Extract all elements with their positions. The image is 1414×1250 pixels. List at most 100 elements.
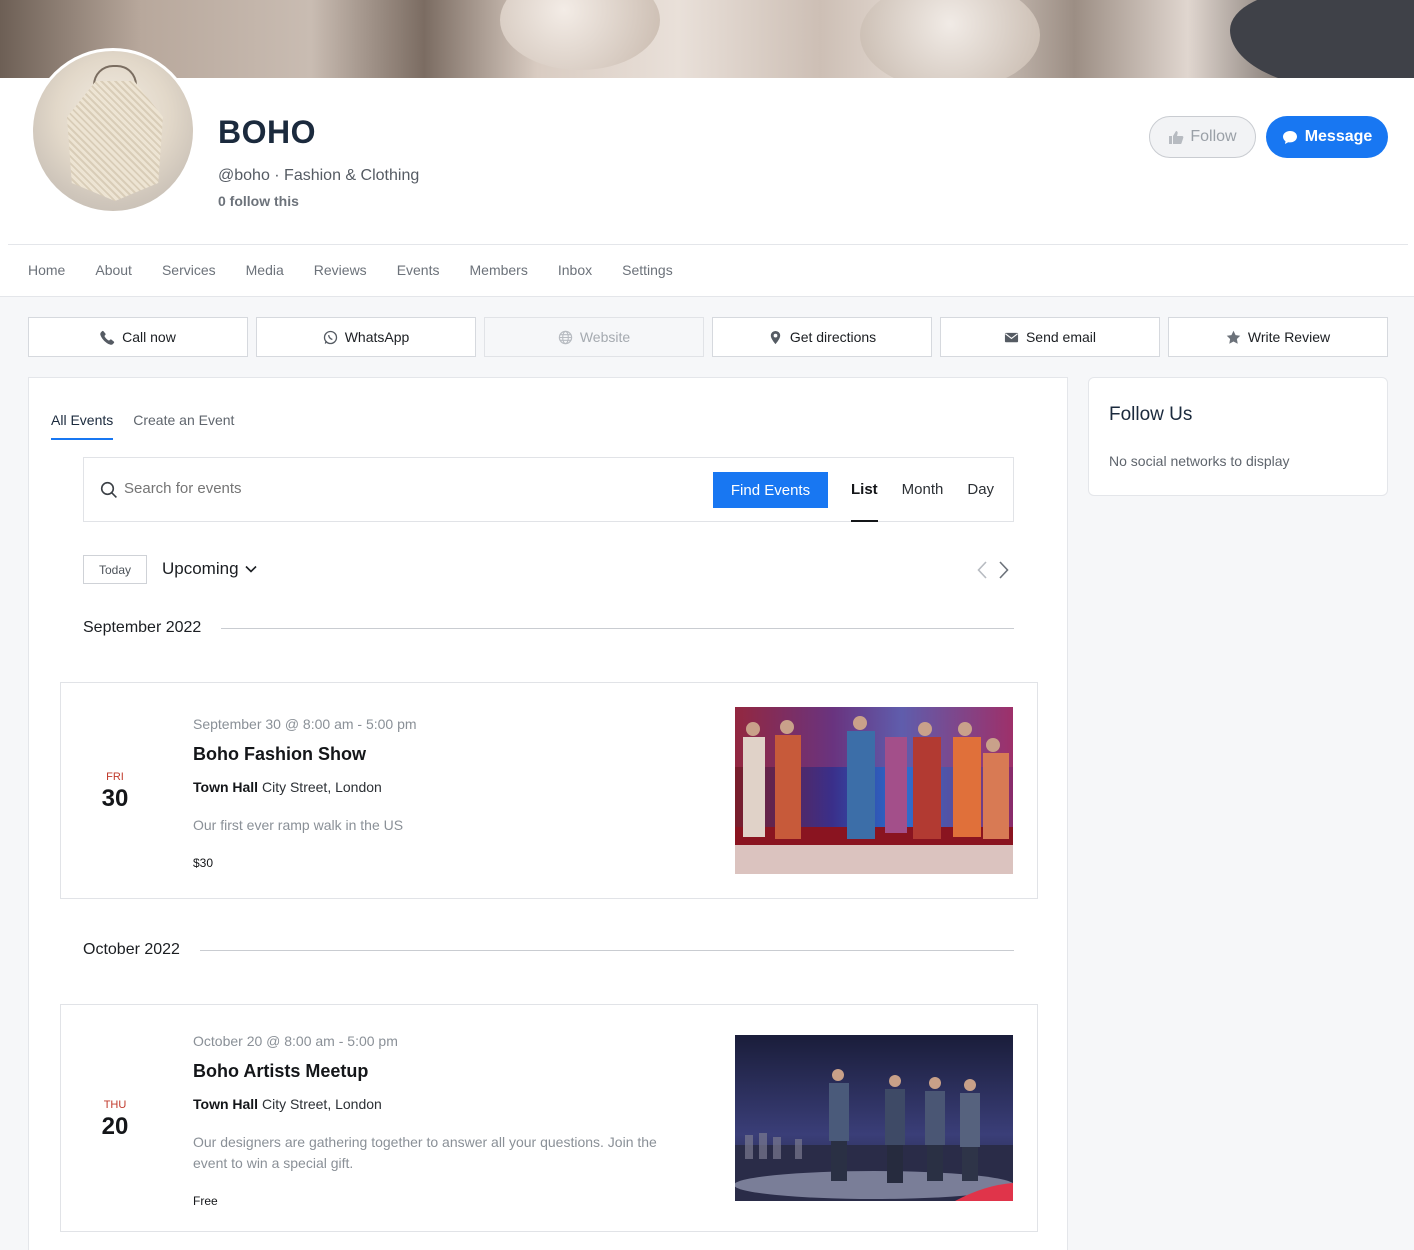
event-info: October 20 @ 8:00 am - 5:00 pm Boho Arti… — [193, 1033, 693, 1208]
event-price: $30 — [193, 856, 214, 870]
runway-photo — [735, 1035, 1013, 1201]
follow-us-widget: Follow Us No social networks to display — [1088, 377, 1388, 496]
month-label: September 2022 — [83, 619, 202, 636]
poncho-shape — [67, 81, 163, 201]
nav-media[interactable]: Media — [246, 262, 284, 278]
profile-nav: Home About Services Media Reviews Events… — [28, 262, 703, 278]
widget-title: Follow Us — [1109, 404, 1193, 425]
event-time: October 20 @ 8:00 am - 5:00 pm — [193, 1033, 398, 1049]
map-pin-icon — [770, 330, 780, 344]
message-label: Message — [1304, 128, 1373, 145]
get-directions-button[interactable]: Get directions — [712, 317, 932, 357]
fashion-show-photo — [735, 707, 1013, 874]
message-button[interactable]: Message — [1266, 116, 1388, 158]
get-directions-label: Get directions — [789, 329, 877, 345]
view-month[interactable]: Month — [902, 481, 944, 498]
search-icon — [100, 481, 117, 498]
call-now-label: Call now — [122, 329, 176, 345]
view-day[interactable]: Day — [967, 481, 994, 498]
event-price: Free — [193, 1194, 218, 1208]
chevron-down-icon — [244, 565, 257, 573]
view-list[interactable]: List — [851, 481, 878, 522]
website-label: Website — [579, 329, 631, 345]
globe-icon — [558, 330, 573, 344]
phone-icon — [100, 330, 115, 345]
event-day-of-week: THU — [103, 1099, 127, 1111]
cover-shape — [1230, 0, 1414, 90]
whatsapp-icon — [323, 330, 337, 344]
find-events-button[interactable]: Find Events — [713, 472, 828, 508]
pagination-arrows — [977, 561, 1009, 579]
nav-home[interactable]: Home — [28, 262, 65, 278]
send-email-button[interactable]: Send email — [940, 317, 1160, 357]
venue-name: Town Hall — [193, 1096, 259, 1112]
whatsapp-button[interactable]: WhatsApp — [256, 317, 476, 357]
nav-settings[interactable]: Settings — [622, 262, 673, 278]
tab-all-events[interactable]: All Events — [51, 412, 114, 440]
events-tabs: All Events Create an Event — [51, 412, 234, 440]
search-input[interactable] — [124, 480, 684, 497]
followers-count: 0 follow this — [218, 193, 299, 209]
envelope-icon — [1004, 332, 1019, 342]
call-now-button[interactable]: Call now — [28, 317, 248, 357]
upcoming-dropdown[interactable]: Upcoming — [162, 559, 257, 579]
venue-address: City Street, London — [261, 1096, 382, 1112]
upcoming-label: Upcoming — [162, 559, 239, 578]
event-card[interactable]: THU 20 October 20 @ 8:00 am - 5:00 pm Bo… — [60, 1004, 1038, 1232]
follow-label: Follow — [1190, 128, 1237, 145]
event-image[interactable] — [735, 707, 1013, 874]
nav-inbox[interactable]: Inbox — [558, 262, 592, 278]
nav-services[interactable]: Services — [162, 262, 216, 278]
nav-members[interactable]: Members — [470, 262, 528, 278]
today-button[interactable]: Today — [83, 555, 147, 584]
events-search-bar: Find Events List Month Day — [83, 457, 1014, 522]
venue-address: City Street, London — [261, 779, 382, 795]
chevron-left-icon[interactable] — [977, 561, 987, 579]
write-review-button[interactable]: Write Review — [1168, 317, 1388, 357]
event-card[interactable]: FRI 30 September 30 @ 8:00 am - 5:00 pm … — [60, 682, 1038, 899]
event-time: September 30 @ 8:00 am - 5:00 pm — [193, 716, 417, 732]
avatar[interactable] — [30, 48, 196, 214]
write-review-label: Write Review — [1247, 329, 1331, 345]
venue-name: Town Hall — [193, 779, 259, 795]
nav-reviews[interactable]: Reviews — [314, 262, 367, 278]
event-day-number: 20 — [101, 1113, 129, 1140]
chevron-right-icon[interactable] — [999, 561, 1009, 579]
event-title[interactable]: Boho Artists Meetup — [193, 1061, 693, 1082]
month-separator: September 2022 — [83, 619, 1014, 637]
cover-shape — [860, 0, 1040, 90]
event-image[interactable] — [735, 1035, 1013, 1202]
event-venue: Town Hall City Street, London — [193, 1096, 693, 1112]
nav-events[interactable]: Events — [397, 262, 440, 278]
event-info: September 30 @ 8:00 am - 5:00 pm Boho Fa… — [193, 716, 693, 870]
page-subtitle: @boho · Fashion & Clothing — [218, 167, 420, 184]
nav-about[interactable]: About — [95, 262, 132, 278]
thumbs-up-icon — [1169, 130, 1184, 144]
event-description: Our designers are gathering together to … — [193, 1134, 657, 1171]
star-icon — [1226, 330, 1241, 344]
action-bar: Call now WhatsApp Website Get directions… — [28, 317, 1388, 357]
page-title: BOHO — [218, 114, 316, 150]
widget-text: No social networks to display — [1109, 453, 1290, 469]
event-date: THU 20 — [91, 1099, 139, 1141]
event-day-number: 30 — [101, 785, 129, 812]
event-title[interactable]: Boho Fashion Show — [193, 744, 693, 765]
event-day-of-week: FRI — [106, 771, 124, 783]
profile-header: BOHO @boho · Fashion & Clothing 0 follow… — [0, 48, 1414, 297]
website-button[interactable]: Website — [484, 317, 704, 357]
month-label: October 2022 — [83, 941, 180, 958]
event-description: Our first ever ramp walk in the US — [193, 817, 404, 833]
chat-bubble-icon — [1282, 130, 1297, 144]
events-panel: All Events Create an Event Find Events L… — [28, 377, 1068, 1250]
follow-button[interactable]: Follow — [1149, 116, 1256, 158]
tab-create-event[interactable]: Create an Event — [133, 412, 234, 440]
cover-shape — [500, 0, 660, 70]
cover-photo — [0, 0, 1414, 90]
month-line — [221, 627, 1014, 629]
month-separator: October 2022 — [83, 941, 1014, 959]
whatsapp-label: WhatsApp — [344, 329, 410, 345]
event-date: FRI 30 — [91, 771, 139, 813]
month-line — [199, 949, 1014, 951]
send-email-label: Send email — [1025, 329, 1097, 345]
view-switcher: List Month Day — [851, 481, 1018, 522]
